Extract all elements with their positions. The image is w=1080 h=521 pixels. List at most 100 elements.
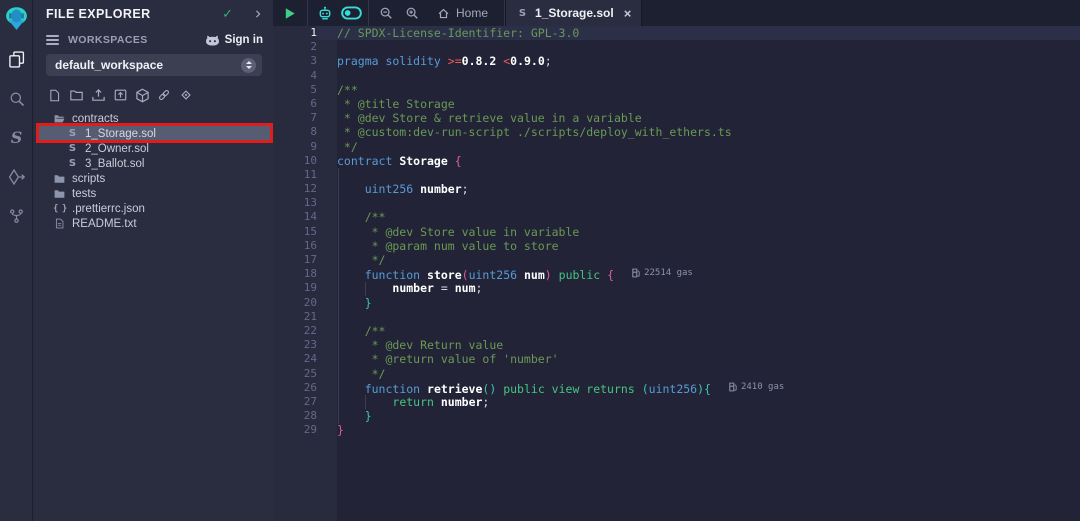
rail-item-file-explorer[interactable]: [0, 40, 33, 79]
file-icon: [53, 217, 66, 230]
tree-item-3_Ballot.sol[interactable]: S3_Ballot.sol: [33, 156, 273, 171]
line-number: 4: [273, 69, 317, 83]
code-line[interactable]: contract Storage {: [317, 154, 1080, 168]
folder-icon: [53, 172, 66, 185]
tab-1_Storage.sol[interactable]: S 1_Storage.sol ×: [505, 0, 642, 26]
remix-ide-window: S FILE EXPLORER ✓ WORKSPACES Sign in: [0, 0, 1080, 521]
code-line[interactable]: /**: [317, 210, 1080, 224]
code-line[interactable]: }: [317, 296, 1080, 310]
tree-item-2_Owner.sol[interactable]: S2_Owner.sol: [33, 141, 273, 156]
rail-item-git[interactable]: [0, 196, 33, 235]
line-number: 1: [273, 26, 317, 40]
folder-open-icon: [53, 112, 66, 125]
code-line[interactable]: uint256 number;: [317, 182, 1080, 196]
tree-item-1_Storage.sol[interactable]: S1_Storage.sol: [38, 126, 272, 141]
tree-item-contracts[interactable]: contracts: [33, 111, 273, 126]
code-line[interactable]: [317, 196, 1080, 210]
code-line[interactable]: [317, 310, 1080, 324]
line-numbers: 1234567891011121314151617181920212223242…: [273, 26, 317, 437]
tab-label: 1_Storage.sol: [535, 6, 614, 20]
ai-assistant-button[interactable]: [312, 0, 338, 26]
rail-item-search[interactable]: [0, 79, 33, 118]
code-line[interactable]: * @dev Store & retrieve value in a varia…: [317, 111, 1080, 125]
line-number: 25: [273, 367, 317, 381]
import-url-icon[interactable]: [156, 87, 172, 103]
solidity-icon: S: [66, 157, 79, 170]
code-line[interactable]: * @dev Store value in variable: [317, 225, 1080, 239]
code-line[interactable]: * @title Storage: [317, 97, 1080, 111]
workspaces-menu-icon[interactable]: [46, 33, 59, 47]
code-line[interactable]: [317, 69, 1080, 83]
code-line[interactable]: * @param num value to store: [317, 239, 1080, 253]
tab-bar: S 1_Storage.sol ×: [505, 0, 642, 26]
line-number: 21: [273, 310, 317, 324]
sign-in-button[interactable]: Sign in: [205, 34, 263, 46]
indent-guide: [365, 395, 366, 409]
code-line[interactable]: pragma solidity >=0.8.2 <0.9.0;: [317, 54, 1080, 68]
code-line[interactable]: // SPDX-License-Identifier: GPL-3.0: [317, 26, 1080, 40]
line-number: 3: [273, 54, 317, 68]
line-number: 24: [273, 352, 317, 366]
code-line[interactable]: /**: [317, 83, 1080, 97]
tree-item-scripts[interactable]: scripts: [33, 171, 273, 186]
publish-gist-icon[interactable]: [178, 87, 194, 103]
code-line[interactable]: */: [317, 367, 1080, 381]
code-line[interactable]: */: [317, 140, 1080, 154]
code-editor[interactable]: 1234567891011121314151617181920212223242…: [273, 26, 1080, 521]
new-folder-icon[interactable]: [68, 87, 84, 103]
close-tab-icon[interactable]: ×: [624, 6, 632, 21]
line-number: 6: [273, 97, 317, 111]
tree-item-.prettierrc.json[interactable]: { }.prettierrc.json: [33, 201, 273, 216]
line-number: 13: [273, 196, 317, 210]
code-line[interactable]: [317, 168, 1080, 182]
code-line[interactable]: /**: [317, 324, 1080, 338]
file-explorer-icon: [8, 51, 25, 68]
code-line[interactable]: }: [317, 423, 1080, 437]
indent-guide: [338, 168, 339, 424]
workspaces-row: WORKSPACES Sign in: [46, 31, 263, 48]
upload-file-icon[interactable]: [90, 87, 106, 103]
tree-item-README.txt[interactable]: README.txt: [33, 216, 273, 231]
solidity-icon: S: [66, 127, 79, 140]
git-icon: [9, 208, 24, 224]
deploy-run-icon: [8, 169, 26, 185]
rail-item-deploy-run[interactable]: [0, 157, 33, 196]
zoom-out-button[interactable]: [373, 0, 399, 26]
code-line[interactable]: * @return value of 'number': [317, 352, 1080, 366]
home-tab[interactable]: Home: [425, 6, 500, 20]
rail-item-solidity-compiler[interactable]: S: [0, 118, 33, 157]
solidity-icon: S: [516, 8, 529, 19]
code-line[interactable]: [317, 40, 1080, 54]
chevron-right-icon[interactable]: [253, 9, 263, 19]
run-script-button[interactable]: [277, 0, 303, 26]
remix-logo-icon[interactable]: [0, 2, 33, 34]
activity-bar-items: S: [0, 40, 33, 235]
import-ipfs-icon[interactable]: [134, 87, 150, 103]
tree-item-tests[interactable]: tests: [33, 186, 273, 201]
code-line[interactable]: * @custom:dev-run-script ./scripts/deplo…: [317, 125, 1080, 139]
file-explorer-panel: FILE EXPLORER ✓ WORKSPACES Sign in defau…: [33, 0, 273, 521]
main-area: Home S1_Storage.sol× 1234567891011121314…: [273, 0, 1080, 521]
code-line[interactable]: }: [317, 409, 1080, 423]
code-line[interactable]: function store(uint256 num) public {2251…: [317, 267, 1080, 281]
code-line[interactable]: */: [317, 253, 1080, 267]
new-file-icon[interactable]: [46, 87, 62, 103]
tree-item-label: tests: [72, 188, 96, 200]
indent-guide: [365, 282, 366, 296]
folder-icon: [53, 187, 66, 200]
tree-item-label: scripts: [72, 173, 105, 185]
json-icon: { }: [53, 202, 66, 215]
line-number: 7: [273, 111, 317, 125]
line-number: 2: [273, 40, 317, 54]
code-line[interactable]: * @dev Return value: [317, 338, 1080, 352]
code-line[interactable]: number = num;: [317, 281, 1080, 295]
workspace-select[interactable]: default_workspace: [46, 54, 262, 76]
code-line[interactable]: return number;: [317, 395, 1080, 409]
editor-topbar: Home S 1_Storage.sol ×: [273, 0, 1080, 26]
solidity-icon: S: [66, 142, 79, 155]
upload-folder-icon[interactable]: [112, 87, 128, 103]
zoom-in-button[interactable]: [399, 0, 425, 26]
code-line[interactable]: function retrieve() public view returns …: [317, 381, 1080, 395]
toggle-switch-button[interactable]: [338, 0, 364, 26]
code-lines: // SPDX-License-Identifier: GPL-3.0 pragm…: [317, 26, 1080, 437]
